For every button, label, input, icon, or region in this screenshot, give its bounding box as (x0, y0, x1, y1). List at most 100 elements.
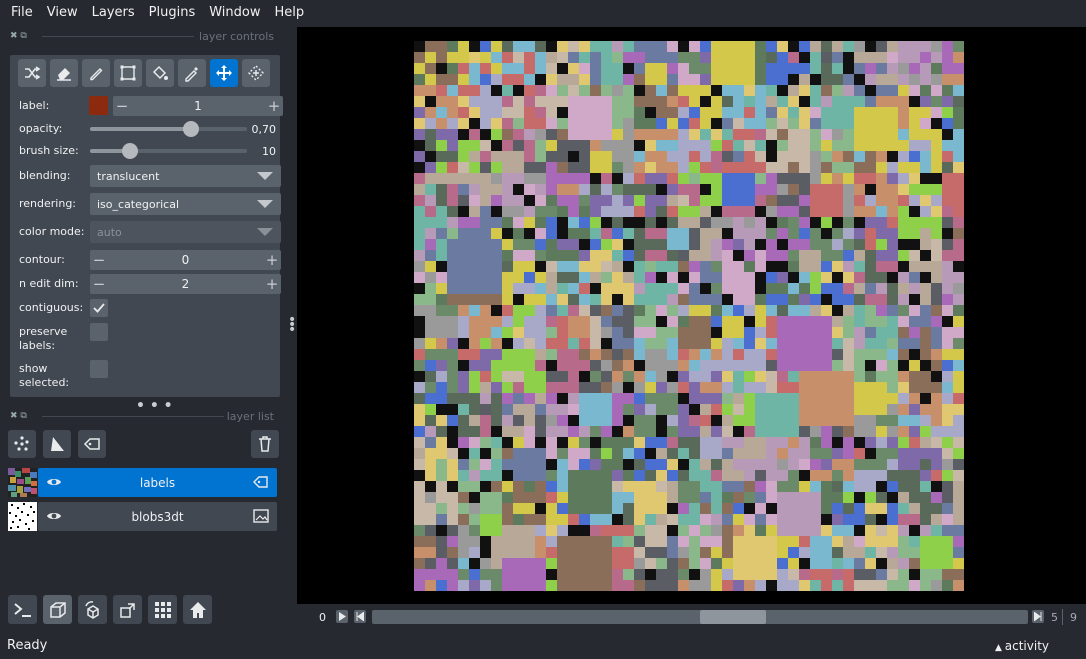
layer-controls-panel: label: − 1 + opacity: 0,70 brush size: 1… (10, 55, 283, 397)
dims-axis-label[interactable]: 0 (319, 611, 326, 624)
viewer-buttons (8, 595, 212, 624)
menu-file[interactable]: File (4, 5, 40, 20)
new-shapes-button[interactable] (43, 430, 71, 458)
fill-icon (152, 65, 168, 80)
transpose-icon (119, 602, 135, 618)
n-edit-dim-spinbox[interactable]: − 2 + (90, 274, 281, 294)
labels-thumbnail (8, 468, 37, 497)
slider-handle[interactable] (183, 121, 199, 137)
layer-row-labels[interactable]: labels (8, 468, 277, 497)
fill-button[interactable] (146, 59, 174, 87)
preserve-labels-checkbox[interactable] (90, 323, 108, 341)
increment-icon[interactable]: + (265, 97, 283, 115)
layer-item-labels[interactable]: labels (38, 468, 277, 497)
pan-zoom-button[interactable] (210, 59, 238, 87)
contour-row: contour: − 0 + (19, 249, 281, 271)
blending-select[interactable]: translucent (90, 165, 281, 187)
blending-row: blending: translucent (19, 165, 281, 187)
shuffle-colors-button[interactable] (18, 59, 46, 87)
contiguous-label: contiguous: (19, 301, 84, 314)
image-layer-icon (253, 509, 269, 523)
n-edit-dim-row: n edit dim: − 2 + (19, 273, 281, 295)
eye-icon[interactable] (46, 509, 62, 523)
blending-value: translucent (97, 169, 160, 183)
dims-scrollbar-thumb[interactable] (700, 610, 766, 624)
opacity-slider[interactable] (90, 119, 247, 139)
new-labels-button[interactable] (78, 430, 106, 458)
menu-window[interactable]: Window (202, 5, 267, 20)
label-label: label: (19, 99, 50, 112)
dock-close-icon[interactable]: ✖ ⧉ (10, 31, 27, 41)
eye-icon[interactable] (46, 475, 62, 489)
chevron-down-icon (257, 228, 273, 236)
label-spinbox[interactable]: − 1 + (113, 96, 283, 116)
dims-separator (1062, 609, 1063, 625)
transform-button[interactable] (242, 59, 270, 87)
step-back-icon (356, 612, 364, 621)
play-button[interactable] (336, 610, 348, 623)
left-dock: ✖ ⧉ layer controls label: − 1 + opacity:… (0, 24, 286, 624)
label-value: 1 (194, 99, 202, 113)
dock-splitter-handle[interactable]: • • • (288, 313, 296, 337)
chevron-down-icon (257, 172, 273, 180)
dock-close-icon[interactable]: ✖ ⧉ (10, 411, 27, 421)
cube-roll-icon (84, 600, 99, 619)
step-back-button[interactable] (354, 610, 366, 623)
menu-layers[interactable]: Layers (85, 5, 142, 20)
console-button[interactable] (8, 595, 37, 624)
layer-controls-title: layer controls (199, 29, 274, 43)
contiguous-checkbox[interactable] (90, 299, 108, 317)
menu-view[interactable]: View (40, 5, 85, 20)
trash-icon (259, 436, 271, 452)
contour-value: 0 (181, 253, 190, 267)
dims-scrollbar[interactable] (372, 610, 1028, 624)
brush-size-slider[interactable] (90, 141, 247, 161)
blending-label: blending: (19, 169, 71, 182)
tag-icon (83, 438, 100, 450)
label-tools (18, 59, 270, 87)
dims-current-index[interactable]: 5 (1051, 611, 1058, 624)
increment-icon[interactable]: + (263, 251, 281, 269)
increment-icon[interactable]: + (263, 275, 281, 293)
polygon-icon (120, 65, 136, 81)
step-forward-button[interactable] (1032, 610, 1044, 623)
contiguous-row: contiguous: (19, 297, 274, 319)
paint-button[interactable] (82, 59, 110, 87)
eraser-icon (57, 68, 71, 81)
decrement-icon[interactable]: − (113, 97, 131, 115)
contour-spinbox[interactable]: − 0 + (90, 250, 281, 270)
reset-view-button[interactable] (183, 595, 212, 624)
brush-size-row: brush size: 10 (19, 140, 276, 162)
labels-image[interactable] (414, 41, 964, 591)
polygon-button[interactable] (114, 59, 142, 87)
color-picker-button[interactable] (178, 59, 206, 87)
home-icon (189, 601, 206, 618)
menu-plugins[interactable]: Plugins (142, 5, 203, 20)
grid-icon (154, 601, 171, 618)
viewer-canvas[interactable] (297, 27, 1086, 604)
eraser-button[interactable] (50, 59, 78, 87)
color-mode-label: color mode: (19, 225, 85, 238)
activity-button[interactable]: ▲ activity (995, 639, 1049, 653)
layer-row-blobs3dt[interactable]: blobs3dt (8, 502, 277, 531)
decrement-icon[interactable]: − (90, 251, 108, 269)
layer-name[interactable]: blobs3dt (38, 510, 277, 524)
rendering-select[interactable]: iso_categorical (90, 193, 281, 215)
label-color-swatch[interactable] (89, 96, 108, 115)
n-edit-dim-value: 2 (181, 277, 190, 291)
brush-size-value: 10 (262, 144, 276, 158)
show-selected-checkbox[interactable] (90, 360, 108, 378)
new-points-button[interactable] (8, 430, 36, 458)
menu-help[interactable]: Help (268, 5, 312, 20)
cube-2d-icon (49, 601, 66, 618)
decrement-icon[interactable]: − (90, 275, 108, 293)
transpose-dims-button[interactable] (113, 595, 142, 624)
slider-handle[interactable] (122, 143, 138, 159)
layer-item-blobs3dt[interactable]: blobs3dt (38, 502, 277, 531)
grid-view-button[interactable] (148, 595, 177, 624)
roll-dims-button[interactable] (78, 595, 107, 624)
new-layer-buttons (8, 430, 106, 458)
ndisplay-button[interactable] (43, 595, 72, 624)
delete-layer-button[interactable] (251, 430, 279, 458)
layer-name[interactable]: labels (38, 476, 277, 490)
